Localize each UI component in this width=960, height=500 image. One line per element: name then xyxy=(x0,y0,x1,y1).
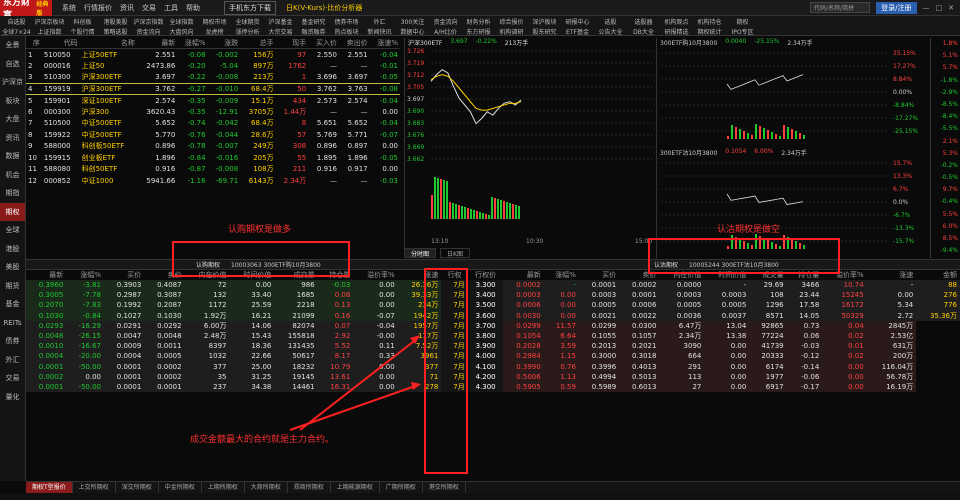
arrow-head-2 xyxy=(411,382,421,390)
annotation-arrows xyxy=(289,335,421,431)
arrow-line-2 xyxy=(289,384,419,431)
arrow-line-1 xyxy=(299,337,419,431)
